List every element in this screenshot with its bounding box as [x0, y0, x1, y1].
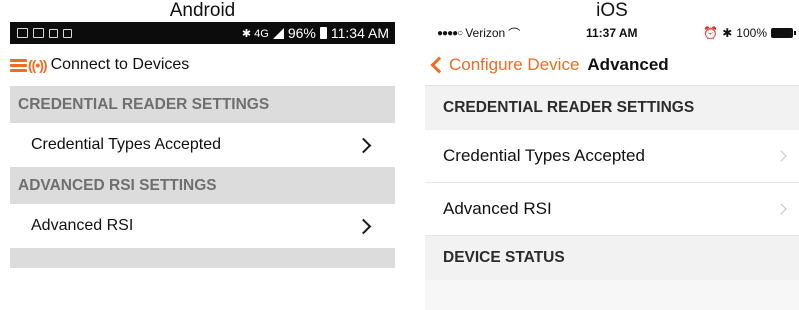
signal-strength-icon	[272, 27, 284, 39]
list-item-advanced-rsi[interactable]: Advanced RSI	[10, 204, 395, 248]
chevron-right-icon	[355, 218, 372, 234]
list-item-label: Credential Types Accepted	[443, 146, 645, 165]
list-item-credential-types[interactable]: Credential Types Accepted	[425, 130, 799, 183]
calendar-notification-icon	[63, 28, 72, 38]
status-time: 11:37 AM	[585, 26, 638, 40]
chevron-right-icon	[355, 137, 372, 153]
chevron-right-icon	[775, 203, 787, 215]
android-caption: Android	[169, 0, 236, 21]
android-screen: ✱ 4G 96% 11:34 AM ((•)) Connect to Devic…	[10, 22, 395, 310]
ios-screen: ●●●●○ Verizon ⌒ 11:37 AM ⏰ ✱ 100% Config…	[425, 22, 799, 310]
ios-caption: iOS	[596, 0, 628, 21]
hamburger-menu-icon[interactable]	[10, 58, 27, 72]
status-time: 11:34 AM	[330, 25, 389, 41]
section-header-credential-reader: CREDENTIAL READER SETTINGS	[10, 86, 395, 123]
wifi-icon: ⌒	[508, 26, 521, 41]
list-item-advanced-rsi[interactable]: Advanced RSI	[425, 183, 799, 236]
section-header-advanced-rsi: ADVANCED RSI SETTINGS	[10, 167, 395, 204]
list-item-label: Advanced RSI	[31, 217, 134, 234]
android-status-bar: ✱ 4G 96% 11:34 AM	[10, 22, 395, 44]
nav-title: Advanced	[587, 54, 669, 74]
brand-logo-icon: ((•))	[28, 57, 48, 73]
list-item-label: Advanced RSI	[443, 199, 552, 218]
bluetooth-icon: ✱	[722, 26, 733, 40]
gallery-notification-icon	[17, 28, 28, 38]
ios-status-bar: ●●●●○ Verizon ⌒ 11:37 AM ⏰ ✱ 100%	[425, 22, 799, 44]
bluetooth-wifi-4g-icon: ✱ 4G	[241, 27, 269, 40]
section-header-credential-reader: CREDENTIAL READER SETTINGS	[425, 86, 799, 130]
battery-percent: 96%	[287, 25, 316, 41]
signal-dots-icon: ●●●●○	[437, 27, 463, 39]
app-bar-title: Connect to Devices	[50, 56, 190, 73]
carrier-name: Verizon	[465, 26, 506, 40]
mail-notification-icon	[49, 28, 58, 38]
battery-percent: 100%	[736, 26, 767, 40]
back-chevron-icon[interactable]	[430, 56, 448, 73]
back-button[interactable]: Configure Device	[449, 55, 579, 75]
section-header-partial	[10, 248, 395, 268]
alarm-icon: ⏰	[703, 26, 719, 40]
list-item-credential-types[interactable]: Credential Types Accepted	[10, 123, 395, 167]
android-app-bar: ((•)) Connect to Devices	[10, 44, 395, 86]
section-header-device-status: DEVICE STATUS	[425, 236, 799, 280]
ios-nav-bar: Configure Device Advanced	[425, 44, 799, 86]
chevron-right-icon	[775, 150, 787, 162]
list-item-label: Credential Types Accepted	[31, 136, 222, 153]
app-notification-icon	[33, 28, 44, 38]
battery-icon	[319, 27, 327, 39]
battery-icon	[771, 28, 796, 38]
